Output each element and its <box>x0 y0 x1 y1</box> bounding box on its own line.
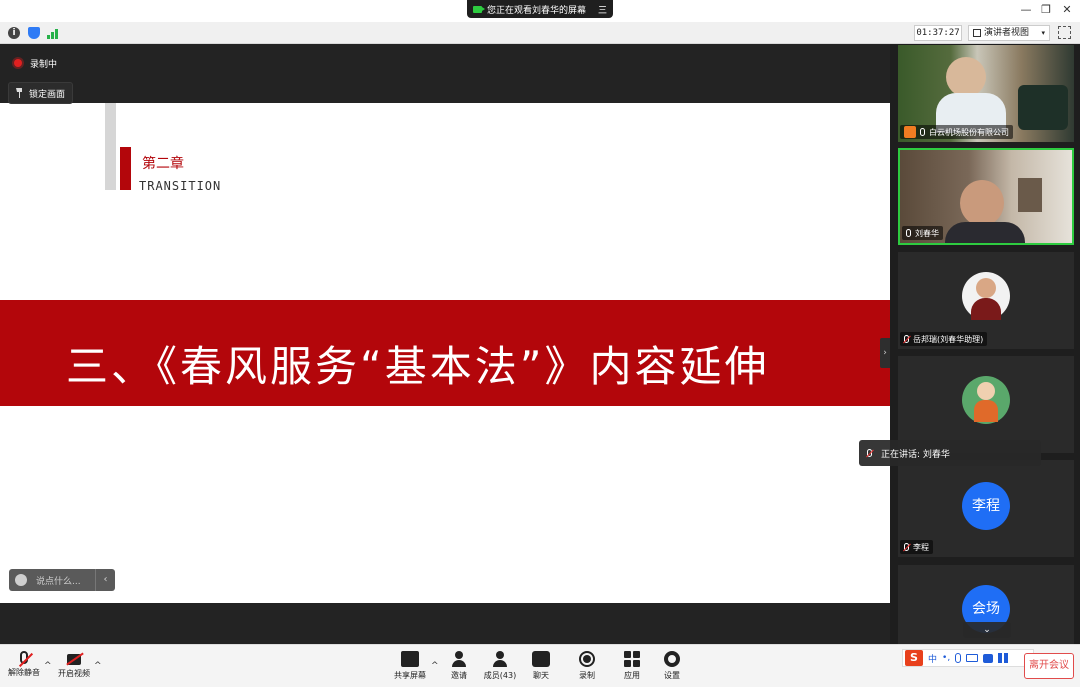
mic-muted-icon <box>904 335 909 343</box>
leave-meeting-button[interactable]: 离开会议 <box>1024 653 1074 679</box>
record-button[interactable]: 录制 <box>563 651 611 681</box>
lock-view-label: 锁定画面 <box>29 89 66 100</box>
participant-tile[interactable]: 李程 李程 <box>898 460 1074 557</box>
slide-accent-gray <box>105 103 116 190</box>
shared-screen: 录制中 锁定画面 第二章 TRANSITION 三、《春风服务“基本法”》内容延… <box>0 44 890 644</box>
close-button[interactable]: ✕ <box>1059 3 1075 17</box>
presentation-slide: 第二章 TRANSITION 三、《春风服务“基本法”》内容延伸 <box>0 103 890 603</box>
minimize-button[interactable]: — <box>1018 3 1034 17</box>
recording-indicator[interactable]: 录制中 <box>8 54 63 72</box>
apps-icon <box>624 651 640 667</box>
mic-icon <box>867 449 872 457</box>
mic-icon <box>906 229 911 237</box>
view-mode-label: 演讲者视图 <box>984 28 1030 38</box>
participant-tile-active[interactable]: 刘春华 <box>898 148 1074 245</box>
collapse-panel-icon[interactable]: › <box>880 338 890 368</box>
keyboard-icon[interactable] <box>966 654 979 662</box>
participant-tile[interactable]: 白云机场股份有限公司 <box>898 45 1074 142</box>
members-icon <box>491 651 509 667</box>
speaking-text: 正在讲话: 刘春华 <box>881 449 950 460</box>
participant-tile[interactable]: 岳邦瑞(刘春华助理) <box>898 252 1074 349</box>
chat-placeholder: 说点什么... <box>36 576 81 587</box>
shirt-icon[interactable] <box>983 653 994 663</box>
share-screen-button[interactable]: 共享屏幕 <box>386 651 434 681</box>
add-user-icon <box>450 651 468 667</box>
camera-off-icon <box>67 654 81 665</box>
collapse-chat-icon[interactable]: ‹ <box>95 569 115 591</box>
slide-title: 三、《春风服务“基本法”》内容延伸 <box>66 342 770 391</box>
chevron-down-icon: ▾ <box>1041 29 1045 37</box>
slide-chapter: 第二章 <box>142 156 184 172</box>
settings-button[interactable]: 设置 <box>648 651 696 681</box>
lock-view-button[interactable]: 锁定画面 <box>8 82 73 104</box>
gear-icon <box>664 651 680 667</box>
participant-name-label: 岳邦瑞(刘春华助理) <box>900 332 988 346</box>
avatar <box>962 376 1010 424</box>
screen-share-icon <box>401 651 419 667</box>
grid-icon <box>973 29 981 37</box>
fullscreen-icon[interactable] <box>1058 26 1071 39</box>
shield-icon[interactable] <box>28 27 40 39</box>
meeting-timer: 01:37:27 <box>914 25 962 41</box>
record-dot-icon <box>14 59 22 67</box>
mic-icon[interactable] <box>955 653 962 663</box>
view-mode-dropdown[interactable]: 演讲者视图 ▾ <box>968 25 1050 41</box>
share-banner-text: 您正在观看刘春华的屏幕 <box>487 5 587 16</box>
participant-tile[interactable] <box>898 356 1074 453</box>
emoji-icon[interactable] <box>15 574 27 586</box>
video-options-caret[interactable]: ^ <box>94 661 102 671</box>
participant-name-label: 刘春华 <box>902 226 943 240</box>
info-icon[interactable]: i <box>8 27 20 39</box>
screen-share-banner[interactable]: 您正在观看刘春华的屏幕 三 <box>467 0 613 18</box>
start-video-button[interactable]: 开启视频 <box>50 651 98 679</box>
speaking-indicator: 正在讲话: 刘春华 <box>859 440 1041 466</box>
avatar <box>962 272 1010 320</box>
title-bar: 您正在观看刘春华的屏幕 三 — ❐ ✕ <box>0 0 1080 22</box>
participant-name-label: 白云机场股份有限公司 <box>900 125 1013 139</box>
restore-button[interactable]: ❐ <box>1038 3 1054 17</box>
person-icon <box>904 126 916 138</box>
unmute-button[interactable]: 解除静音 <box>0 651 48 678</box>
chat-icon <box>532 651 550 667</box>
slide-subtitle: TRANSITION <box>139 179 222 193</box>
ime-logo-icon[interactable]: S <box>905 650 923 666</box>
signal-icon[interactable] <box>47 27 59 39</box>
mic-icon <box>920 128 925 136</box>
chat-button[interactable]: 聊天 <box>517 651 565 681</box>
mic-muted-icon <box>904 543 909 551</box>
pin-icon <box>16 88 22 98</box>
chat-input[interactable]: 说点什么... ‹ <box>9 569 115 591</box>
grid-icon[interactable] <box>998 653 1009 663</box>
ime-punct[interactable]: •, <box>942 653 950 663</box>
avatar: 李程 <box>962 482 1010 530</box>
scroll-down-icon[interactable]: ⌄ <box>963 622 1011 638</box>
slide-title-banner: 三、《春风服务“基本法”》内容延伸 <box>0 300 890 406</box>
recording-label: 录制中 <box>30 59 58 70</box>
meeting-toolbar: i 01:37:27 演讲者视图 ▾ <box>0 22 1080 44</box>
ime-toolbar[interactable]: S 中 •, <box>902 649 1034 667</box>
slide-accent-red <box>120 147 131 190</box>
participant-name-label: 李程 <box>900 540 933 554</box>
record-icon <box>579 651 595 667</box>
share-menu-icon[interactable]: 三 <box>598 3 607 16</box>
mic-off-icon <box>20 651 28 664</box>
ime-lang[interactable]: 中 <box>928 652 937 665</box>
camera-icon <box>473 5 485 13</box>
